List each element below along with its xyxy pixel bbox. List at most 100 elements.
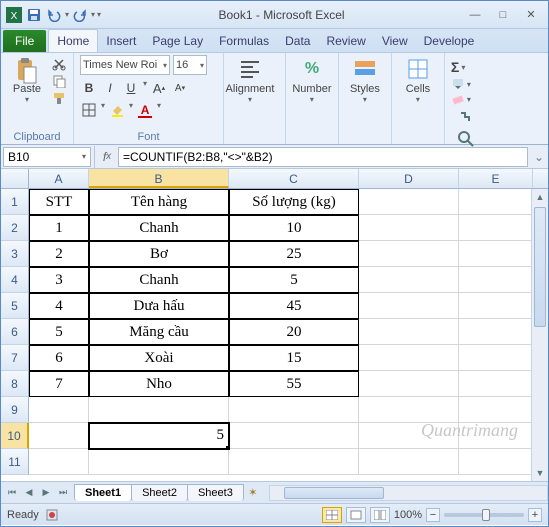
tab-review[interactable]: Review xyxy=(318,30,373,52)
cell[interactable]: 7 xyxy=(29,371,89,397)
macro-record-icon[interactable] xyxy=(45,508,59,522)
italic-button[interactable]: I xyxy=(101,79,119,97)
bold-button[interactable]: B xyxy=(80,79,98,97)
row-header[interactable]: 6 xyxy=(1,319,29,345)
underline-dropdown-icon[interactable]: ▾ xyxy=(143,79,147,97)
row-header[interactable]: 4 xyxy=(1,267,29,293)
cells-button[interactable]: Cells ▾ xyxy=(398,55,438,106)
sheet-tab-2[interactable]: Sheet2 xyxy=(131,484,188,501)
row-header[interactable]: 1 xyxy=(1,189,29,215)
autosum-button[interactable]: Σ▾ xyxy=(451,59,485,75)
cell[interactable] xyxy=(29,423,89,449)
cell[interactable] xyxy=(459,397,533,423)
font-color-dropdown-icon[interactable]: ▾ xyxy=(157,101,161,119)
row-header[interactable]: 2 xyxy=(1,215,29,241)
styles-button[interactable]: Styles ▾ xyxy=(345,55,385,106)
minimize-button[interactable]: — xyxy=(462,6,488,24)
underline-button[interactable]: U xyxy=(122,79,140,97)
fx-button[interactable]: fx xyxy=(96,147,118,167)
tab-developer[interactable]: Develope xyxy=(416,30,483,52)
undo-dropdown-icon[interactable]: ▾ xyxy=(65,10,69,19)
cell[interactable]: 4 xyxy=(29,293,89,319)
name-box[interactable]: B10 ▾ xyxy=(3,147,91,167)
shrink-font-button[interactable]: A▾ xyxy=(171,79,189,97)
column-header[interactable]: E xyxy=(459,169,533,188)
formula-expand-icon[interactable]: ⌄ xyxy=(530,147,548,167)
cell[interactable]: Măng cầu xyxy=(89,319,229,345)
tab-data[interactable]: Data xyxy=(277,30,318,52)
cell[interactable]: 55 xyxy=(229,371,359,397)
format-painter-icon[interactable] xyxy=(51,91,67,105)
column-header[interactable]: C xyxy=(229,169,359,188)
scroll-up-icon[interactable]: ▲ xyxy=(532,189,548,205)
formula-bar[interactable]: =COUNTIF(B2:B8,"<>"&B2) xyxy=(118,147,528,167)
column-header[interactable]: D xyxy=(359,169,459,188)
cell[interactable]: 10 xyxy=(229,215,359,241)
cell[interactable] xyxy=(459,293,533,319)
cell[interactable] xyxy=(359,293,459,319)
scroll-thumb[interactable] xyxy=(284,487,384,499)
redo-icon[interactable] xyxy=(71,6,89,24)
tab-page-layout[interactable]: Page Lay xyxy=(144,30,211,52)
close-button[interactable]: ✕ xyxy=(518,6,544,24)
cell[interactable]: 25 xyxy=(229,241,359,267)
row-header[interactable]: 8 xyxy=(1,371,29,397)
cell[interactable]: Bơ xyxy=(89,241,229,267)
save-icon[interactable] xyxy=(25,6,43,24)
maximize-button[interactable]: □ xyxy=(490,6,516,24)
cell[interactable] xyxy=(229,449,359,475)
cell[interactable]: Số lượng (kg) xyxy=(229,189,359,215)
cell[interactable]: 1 xyxy=(29,215,89,241)
cell[interactable]: 20 xyxy=(229,319,359,345)
cell[interactable]: 45 xyxy=(229,293,359,319)
row-header[interactable]: 5 xyxy=(1,293,29,319)
cell[interactable] xyxy=(459,189,533,215)
cell[interactable] xyxy=(359,319,459,345)
row-header[interactable]: 7 xyxy=(1,345,29,371)
zoom-level[interactable]: 100% xyxy=(394,509,422,521)
cell[interactable]: 5 xyxy=(29,319,89,345)
cell[interactable] xyxy=(359,371,459,397)
sheet-tab-3[interactable]: Sheet3 xyxy=(187,484,244,501)
cell[interactable]: 3 xyxy=(29,267,89,293)
find-select-icon[interactable] xyxy=(457,130,485,148)
clear-button[interactable]: ▾ xyxy=(451,93,485,105)
row-header[interactable]: 9 xyxy=(1,397,29,423)
cell[interactable]: 2 xyxy=(29,241,89,267)
sheet-nav-prev-icon[interactable]: ◀ xyxy=(21,485,37,501)
zoom-slider[interactable] xyxy=(444,513,524,517)
tab-insert[interactable]: Insert xyxy=(98,30,144,52)
cell[interactable] xyxy=(459,423,533,449)
cell[interactable] xyxy=(459,241,533,267)
zoom-out-button[interactable]: − xyxy=(426,508,440,522)
normal-view-button[interactable] xyxy=(322,507,342,523)
cell[interactable] xyxy=(459,267,533,293)
borders-button[interactable] xyxy=(80,101,98,119)
cell[interactable] xyxy=(229,397,359,423)
cell[interactable] xyxy=(359,267,459,293)
grow-font-button[interactable]: A▴ xyxy=(150,79,168,97)
cell[interactable]: 15 xyxy=(229,345,359,371)
sort-filter-icon[interactable] xyxy=(457,109,485,127)
cell[interactable]: Xoài xyxy=(89,345,229,371)
page-break-view-button[interactable] xyxy=(370,507,390,523)
new-sheet-icon[interactable]: ✶ xyxy=(243,486,263,499)
cell[interactable] xyxy=(459,319,533,345)
alignment-button[interactable]: Alignment ▾ xyxy=(230,55,270,106)
column-header[interactable]: A xyxy=(29,169,89,188)
cell[interactable] xyxy=(359,397,459,423)
cell[interactable]: 5 xyxy=(89,423,229,449)
scroll-thumb[interactable] xyxy=(534,207,546,327)
cell[interactable]: Nho xyxy=(89,371,229,397)
paste-button[interactable]: Paste ▾ xyxy=(7,55,47,106)
sheet-nav-last-icon[interactable]: ⏭ xyxy=(55,485,71,501)
copy-icon[interactable] xyxy=(51,74,67,88)
cell[interactable] xyxy=(359,449,459,475)
cell[interactable]: 5 xyxy=(229,267,359,293)
cell[interactable] xyxy=(359,189,459,215)
cell[interactable]: STT xyxy=(29,189,89,215)
cell[interactable] xyxy=(459,345,533,371)
tab-view[interactable]: View xyxy=(374,30,416,52)
cell[interactable] xyxy=(89,449,229,475)
sheet-tab-1[interactable]: Sheet1 xyxy=(74,484,132,501)
